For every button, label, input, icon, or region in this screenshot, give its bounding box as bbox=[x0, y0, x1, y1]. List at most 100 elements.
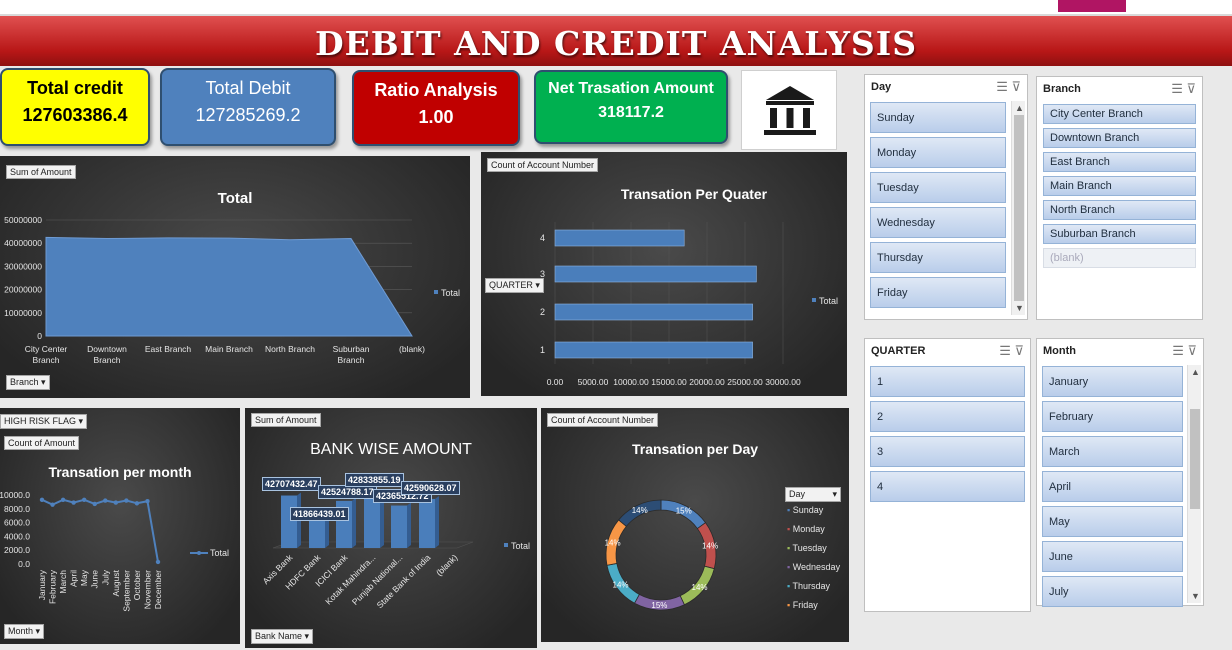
x-tick-label: Suburban bbox=[333, 344, 370, 354]
clear-filter-icon[interactable]: ⊽ bbox=[1186, 81, 1196, 96]
branch-slicer: Branch ☰ ⊽ City Center Branch Downtown Br… bbox=[1036, 76, 1203, 320]
month-slicer-item[interactable]: January bbox=[1042, 366, 1183, 397]
slicer-controls: ☰ ⊽ bbox=[1171, 81, 1196, 97]
day-slicer-item[interactable]: Sunday bbox=[870, 102, 1006, 133]
month-filter-button[interactable]: Month ▾ bbox=[4, 624, 45, 639]
x-tick-label: December bbox=[153, 570, 163, 609]
bank-data-labels: 42707432.47 41866439.01 42524788.17 4283385… bbox=[245, 408, 537, 648]
total-branch-chart-panel: Sum of Amount Total 0 10000000 20000000 300… bbox=[0, 156, 470, 398]
month-slicer-scrollbar[interactable]: ▲ ▼ bbox=[1187, 365, 1201, 603]
multi-select-icon[interactable]: ☰ bbox=[1171, 81, 1183, 96]
line-series-total bbox=[41, 498, 159, 563]
total-area-chart: 0 10000000 20000000 30000000 40000000 5000000… bbox=[4, 215, 460, 365]
line-point bbox=[145, 499, 150, 504]
legend-label: Tuesday bbox=[792, 543, 827, 553]
x-tick-label: City Center bbox=[25, 344, 68, 354]
line-point bbox=[39, 497, 45, 503]
x-tick-label: 0.00 bbox=[547, 377, 564, 387]
month-slicer-item[interactable]: June bbox=[1042, 541, 1183, 572]
month-slicer-item[interactable]: April bbox=[1042, 471, 1183, 502]
multi-select-icon[interactable]: ☰ bbox=[996, 79, 1008, 94]
branch-slicer-item[interactable]: City Center Branch bbox=[1043, 104, 1196, 124]
y-tick-label: 0.0 bbox=[18, 559, 30, 569]
total-credit-value: 127603386.4 bbox=[22, 105, 128, 125]
clear-filter-icon[interactable]: ⊽ bbox=[1011, 79, 1021, 94]
x-tick-label: February bbox=[48, 569, 58, 604]
x-tick-label: (blank) bbox=[399, 344, 425, 354]
total-debit-value: 127285269.2 bbox=[195, 105, 301, 125]
x-tick-label: 5000.00 bbox=[578, 377, 609, 387]
total-debit-label: Total Debit bbox=[205, 78, 291, 98]
y-tick-label: 1 bbox=[540, 345, 545, 355]
legend-label: Thursday bbox=[792, 581, 831, 591]
branch-slicer-item[interactable]: North Branch bbox=[1043, 200, 1196, 220]
bank-data-label: 42833855.19 bbox=[345, 473, 404, 487]
branch-slicer-item[interactable]: Main Branch bbox=[1043, 176, 1196, 196]
branch-slicer-item[interactable]: (blank) bbox=[1043, 248, 1196, 268]
title-banner: DEBIT AND CREDIT ANALYSIS bbox=[0, 14, 1232, 66]
x-tick-label: 10000.00 bbox=[613, 377, 649, 387]
x-tick-label: 20000.00 bbox=[689, 377, 725, 387]
x-tick-label: May bbox=[79, 569, 89, 586]
bank-building-icon bbox=[764, 86, 816, 135]
legend-label: Friday bbox=[792, 600, 818, 610]
bar-quarter-3 bbox=[554, 265, 757, 283]
month-slicer-item[interactable]: February bbox=[1042, 401, 1183, 432]
bank-name-filter-button[interactable]: Bank Name ▾ bbox=[251, 629, 314, 644]
day-slicer-item[interactable]: Monday bbox=[870, 137, 1006, 168]
clear-filter-icon[interactable]: ⊽ bbox=[1187, 343, 1197, 358]
x-tick-label: April bbox=[69, 570, 79, 587]
quarter-slicer-item[interactable]: 3 bbox=[870, 436, 1025, 467]
day-legend-filter-button[interactable]: Day ▾ bbox=[785, 487, 841, 502]
legend-item: ▪ Friday bbox=[787, 600, 818, 610]
bar-quarter-1 bbox=[554, 341, 753, 359]
quarter-slicer-item[interactable]: 1 bbox=[870, 366, 1025, 397]
net-transaction-card: Net Trasation Amount 318117.2 bbox=[534, 70, 728, 144]
sheet-tab-marker bbox=[1058, 0, 1126, 12]
x-tick-label: September bbox=[121, 570, 131, 612]
day-chart-panel: Count of Account Number Transation per D… bbox=[541, 408, 849, 642]
month-slicer-item[interactable]: July bbox=[1042, 576, 1183, 607]
branch-slicer-item[interactable]: Downtown Branch bbox=[1043, 128, 1196, 148]
branch-slicer-item[interactable]: East Branch bbox=[1043, 152, 1196, 172]
ratio-analysis-card: Ratio Analysis 1.00 bbox=[352, 70, 520, 146]
day-slicer-item[interactable]: Tuesday bbox=[870, 172, 1006, 203]
y-tick-label: 4000.0 bbox=[4, 531, 30, 541]
month-chart-panel: HIGH RISK FLAG ▾ Count of Amount Transat… bbox=[0, 408, 240, 644]
slicer-controls: ☰ ⊽ bbox=[996, 79, 1021, 95]
scroll-up-icon[interactable]: ▲ bbox=[1191, 367, 1200, 377]
scroll-down-icon[interactable]: ▼ bbox=[1191, 591, 1200, 601]
quarter-slicer-title: QUARTER bbox=[871, 345, 926, 357]
slicer-controls: ☰ ⊽ bbox=[999, 343, 1024, 359]
quarter-slicer-item[interactable]: 2 bbox=[870, 401, 1025, 432]
day-slicer-item[interactable]: Friday bbox=[870, 277, 1006, 308]
scroll-thumb[interactable] bbox=[1190, 409, 1200, 509]
day-slicer: Day ☰ ⊽ ▲ ▼ Sunday Monday Tuesday Wednesday… bbox=[864, 74, 1028, 320]
total-debit-card: Total Debit 127285269.2 bbox=[160, 68, 336, 146]
month-slicer-item[interactable]: May bbox=[1042, 506, 1183, 537]
x-tick-label: Branch bbox=[33, 355, 60, 365]
day-slicer-scrollbar[interactable]: ▲ ▼ bbox=[1011, 101, 1025, 315]
day-slicer-item[interactable]: Thursday bbox=[870, 242, 1006, 273]
line-point bbox=[134, 501, 140, 506]
quarter-slicer-item[interactable]: 4 bbox=[870, 471, 1025, 502]
branch-slicer-title: Branch bbox=[1043, 83, 1081, 95]
legend-swatch bbox=[812, 298, 816, 302]
multi-select-icon[interactable]: ☰ bbox=[999, 343, 1011, 358]
y-tick-label: 0 bbox=[37, 331, 42, 341]
multi-select-icon[interactable]: ☰ bbox=[1172, 343, 1184, 358]
y-tick-label: 50000000 bbox=[4, 215, 42, 225]
scroll-down-icon[interactable]: ▼ bbox=[1015, 303, 1024, 313]
month-slicer-item[interactable]: March bbox=[1042, 436, 1183, 467]
clear-filter-icon[interactable]: ⊽ bbox=[1014, 343, 1024, 358]
y-tick-label: 40000000 bbox=[4, 238, 42, 248]
day-legend-filter-label: Day bbox=[789, 489, 806, 499]
x-tick-label: East Branch bbox=[145, 344, 192, 354]
legend-label: Sunday bbox=[792, 505, 824, 515]
branch-slicer-item[interactable]: Suburban Branch bbox=[1043, 224, 1196, 244]
scroll-thumb[interactable] bbox=[1014, 115, 1024, 301]
branch-filter-button[interactable]: Branch ▾ bbox=[6, 375, 50, 390]
day-slicer-item[interactable]: Wednesday bbox=[870, 207, 1006, 238]
scroll-up-icon[interactable]: ▲ bbox=[1015, 103, 1024, 113]
quarter-filter-button[interactable]: QUARTER ▾ bbox=[485, 278, 544, 293]
